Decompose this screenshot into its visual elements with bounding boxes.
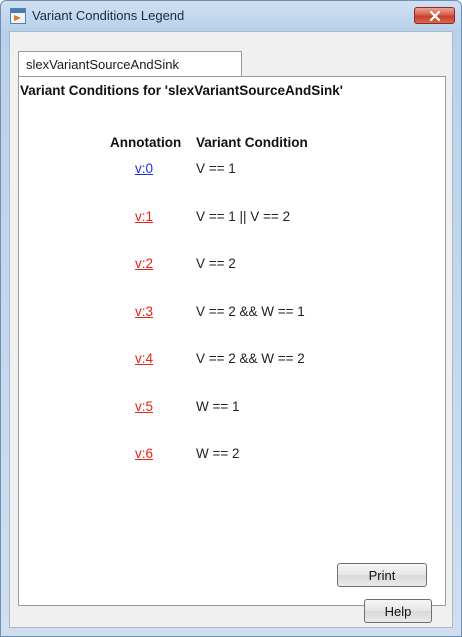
variant-condition-text: V == 1 || V == 2 (196, 208, 291, 224)
close-icon (429, 10, 440, 21)
legend-row: v:0 V == 1 (19, 161, 445, 181)
variant-condition-text: V == 1 (196, 161, 236, 176)
simulink-window-icon (10, 8, 26, 24)
variant-conditions-legend-window: Variant Conditions Legend slexVariantSou… (0, 0, 462, 637)
variant-condition-text: V == 2 && W == 2 (196, 351, 305, 366)
variant-condition-text: W == 1 (196, 398, 240, 414)
tab-slexvariantsourceandsink[interactable]: slexVariantSourceAndSink (18, 51, 242, 76)
annotation-column-header: Annotation (110, 135, 182, 150)
variant-condition-text: W == 2 (196, 446, 240, 461)
legend-panel: Variant Conditions for 'slexVariantSourc… (18, 76, 446, 606)
annotation-link[interactable]: v:6 (135, 446, 153, 461)
variant-condition-text: V == 2 && W == 1 (196, 303, 305, 319)
legend-row: v:2 V == 2 (19, 256, 445, 276)
legend-row: v:5 W == 1 (19, 399, 445, 419)
close-button[interactable] (414, 7, 455, 24)
panel-heading: Variant Conditions for 'slexVariantSourc… (20, 83, 343, 98)
variant-condition-column-header: Variant Condition (196, 135, 308, 150)
annotation-link[interactable]: v:4 (135, 351, 153, 366)
annotation-link[interactable]: v:5 (135, 399, 153, 414)
annotation-link[interactable]: v:3 (135, 304, 153, 319)
print-button[interactable]: Print (337, 563, 427, 587)
legend-row: v:6 W == 2 (19, 446, 445, 466)
title-bar[interactable]: Variant Conditions Legend (1, 1, 461, 31)
variant-condition-text: V == 2 (196, 256, 236, 271)
legend-row: v:4 V == 2 && W == 2 (19, 351, 445, 371)
legend-row: v:1 V == 1 || V == 2 (19, 209, 445, 229)
client-area: slexVariantSourceAndSink Variant Conditi… (9, 31, 453, 628)
window-title: Variant Conditions Legend (32, 8, 185, 23)
annotation-link[interactable]: v:2 (135, 256, 153, 271)
help-button[interactable]: Help (364, 599, 432, 623)
legend-row: v:3 V == 2 && W == 1 (19, 304, 445, 324)
annotation-link[interactable]: v:1 (135, 209, 153, 224)
annotation-link[interactable]: v:0 (135, 161, 153, 176)
